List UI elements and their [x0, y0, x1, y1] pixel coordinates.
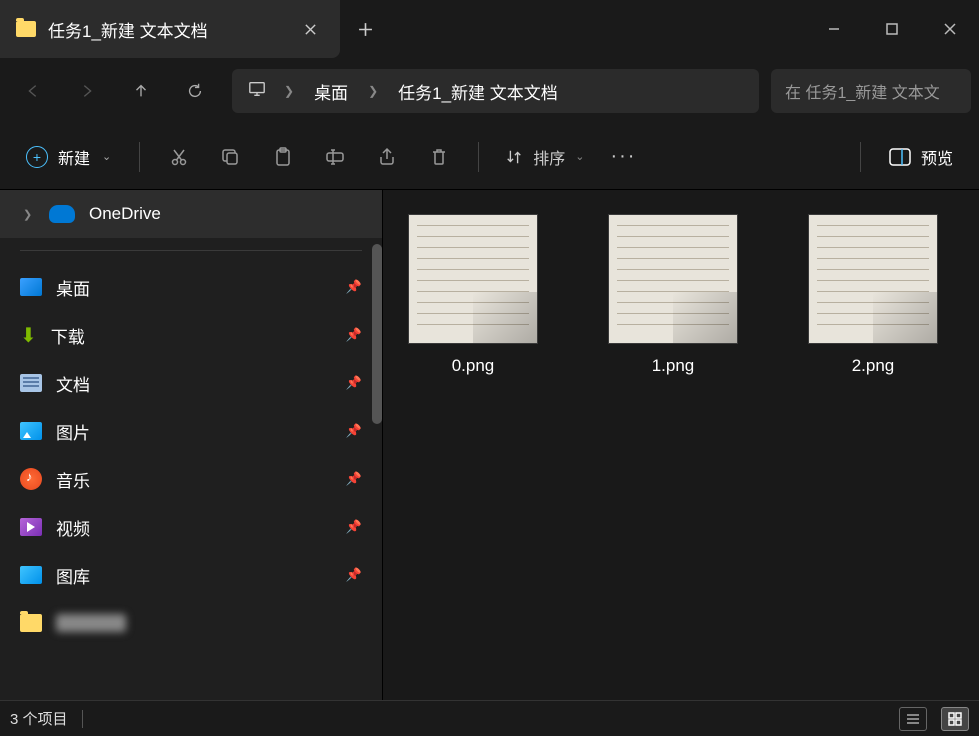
sidebar-item-label: 下载 — [51, 323, 85, 348]
window-controls — [805, 0, 979, 58]
sidebar-item-downloads[interactable]: ⬇ 下载 📌 — [0, 311, 382, 359]
minimize-button[interactable] — [805, 5, 863, 53]
pin-icon: 📌 — [346, 375, 362, 391]
sidebar-item-label: 文档 — [56, 371, 90, 396]
chevron-down-icon: ⌄ — [575, 150, 584, 163]
share-button[interactable] — [364, 137, 410, 177]
more-button[interactable]: ··· — [600, 137, 646, 177]
up-button[interactable] — [116, 69, 166, 113]
preview-button[interactable]: 预览 — [877, 137, 965, 177]
pin-icon: 📌 — [346, 279, 362, 295]
tab-title: 任务1_新建 文本文档 — [48, 17, 284, 42]
sidebar-item-label: 视频 — [56, 515, 90, 540]
navbar: ❯ 桌面 ❯ 任务1_新建 文本文档 在 任务1_新建 文本文 — [0, 58, 979, 124]
chevron-right-icon[interactable]: ❯ — [362, 84, 384, 98]
sidebar-item-label: 图库 — [56, 563, 90, 588]
statusbar: 3 个项目 — [0, 700, 979, 736]
back-button[interactable] — [8, 69, 58, 113]
pin-icon: 📌 — [346, 327, 362, 343]
file-thumbnail — [808, 214, 938, 344]
sidebar-item-desktop[interactable]: 桌面 📌 — [0, 263, 382, 311]
sidebar-item-label: OneDrive — [89, 204, 161, 224]
scrollbar[interactable] — [372, 244, 382, 424]
divider — [139, 142, 140, 172]
file-name: 2.png — [852, 356, 895, 376]
gallery-icon — [20, 566, 42, 584]
sidebar-item-label: 桌面 — [56, 275, 90, 300]
sort-icon — [505, 148, 523, 166]
chevron-right-icon[interactable]: ❯ — [278, 84, 300, 98]
sidebar: ❯ OneDrive 桌面 📌 ⬇ 下载 📌 文档 📌 图片 📌 音乐 — [0, 190, 382, 700]
pin-icon: 📌 — [346, 519, 362, 535]
titlebar: 任务1_新建 文本文档 — [0, 0, 979, 58]
sidebar-item-videos[interactable]: 视频 📌 — [0, 503, 382, 551]
item-count: 3 个项目 — [10, 708, 68, 729]
delete-button[interactable] — [416, 137, 462, 177]
document-icon — [20, 374, 42, 392]
sidebar-item-label: 图片 — [56, 419, 90, 444]
sidebar-item-gallery[interactable]: 图库 📌 — [0, 551, 382, 599]
monitor-icon — [240, 80, 274, 103]
sidebar-item-pictures[interactable]: 图片 📌 — [0, 407, 382, 455]
onedrive-icon — [49, 205, 75, 223]
divider — [20, 250, 362, 251]
divider — [478, 142, 479, 172]
refresh-button[interactable] — [170, 69, 220, 113]
preview-label: 预览 — [921, 145, 953, 169]
close-window-button[interactable] — [921, 5, 979, 53]
cut-button[interactable] — [156, 137, 202, 177]
forward-button[interactable] — [62, 69, 112, 113]
plus-circle-icon: + — [26, 146, 48, 168]
folder-icon — [20, 614, 42, 632]
video-icon — [20, 518, 42, 536]
details-view-button[interactable] — [899, 707, 927, 731]
file-grid[interactable]: 0.png 1.png 2.png — [382, 190, 979, 700]
file-name: 0.png — [452, 356, 495, 376]
sort-label: 排序 — [533, 145, 565, 169]
download-icon: ⬇ — [20, 323, 37, 348]
preview-icon — [889, 148, 911, 166]
close-tab-button[interactable] — [296, 15, 324, 43]
sidebar-item-folder[interactable] — [0, 599, 382, 647]
sidebar-item-label: 音乐 — [56, 467, 90, 492]
sidebar-item-music[interactable]: 音乐 📌 — [0, 455, 382, 503]
file-thumbnail — [408, 214, 538, 344]
file-item[interactable]: 1.png — [603, 214, 743, 376]
new-button[interactable]: + 新建 ⌄ — [14, 137, 123, 177]
copy-button[interactable] — [208, 137, 254, 177]
active-tab[interactable]: 任务1_新建 文本文档 — [0, 0, 340, 58]
paste-button[interactable] — [260, 137, 306, 177]
sidebar-item-documents[interactable]: 文档 📌 — [0, 359, 382, 407]
music-icon — [20, 468, 42, 490]
desktop-icon — [20, 278, 42, 296]
sidebar-item-onedrive[interactable]: ❯ OneDrive — [0, 190, 382, 238]
new-label: 新建 — [58, 145, 90, 169]
sidebar-item-label-blurred — [56, 614, 126, 632]
chevron-right-icon: ❯ — [23, 208, 35, 221]
search-input[interactable]: 在 任务1_新建 文本文 — [771, 69, 971, 113]
main-area: ❯ OneDrive 桌面 📌 ⬇ 下载 📌 文档 📌 图片 📌 音乐 — [0, 190, 979, 700]
file-name: 1.png — [652, 356, 695, 376]
divider — [860, 142, 861, 172]
pictures-icon — [20, 422, 42, 440]
folder-icon — [16, 21, 36, 37]
pin-icon: 📌 — [346, 471, 362, 487]
file-item[interactable]: 2.png — [803, 214, 943, 376]
rename-button[interactable] — [312, 137, 358, 177]
pin-icon: 📌 — [346, 423, 362, 439]
icons-view-button[interactable] — [941, 707, 969, 731]
divider — [82, 710, 83, 728]
chevron-down-icon: ⌄ — [102, 150, 111, 163]
file-item[interactable]: 0.png — [403, 214, 543, 376]
breadcrumb-item[interactable]: 桌面 — [304, 79, 358, 104]
sort-button[interactable]: 排序 ⌄ — [495, 137, 594, 177]
file-thumbnail — [608, 214, 738, 344]
breadcrumb-item[interactable]: 任务1_新建 文本文档 — [388, 79, 568, 104]
new-tab-button[interactable] — [340, 0, 390, 58]
toolbar: + 新建 ⌄ 排序 ⌄ ··· 预览 — [0, 124, 979, 190]
pin-icon: 📌 — [346, 567, 362, 583]
maximize-button[interactable] — [863, 5, 921, 53]
breadcrumb[interactable]: ❯ 桌面 ❯ 任务1_新建 文本文档 — [232, 69, 759, 113]
